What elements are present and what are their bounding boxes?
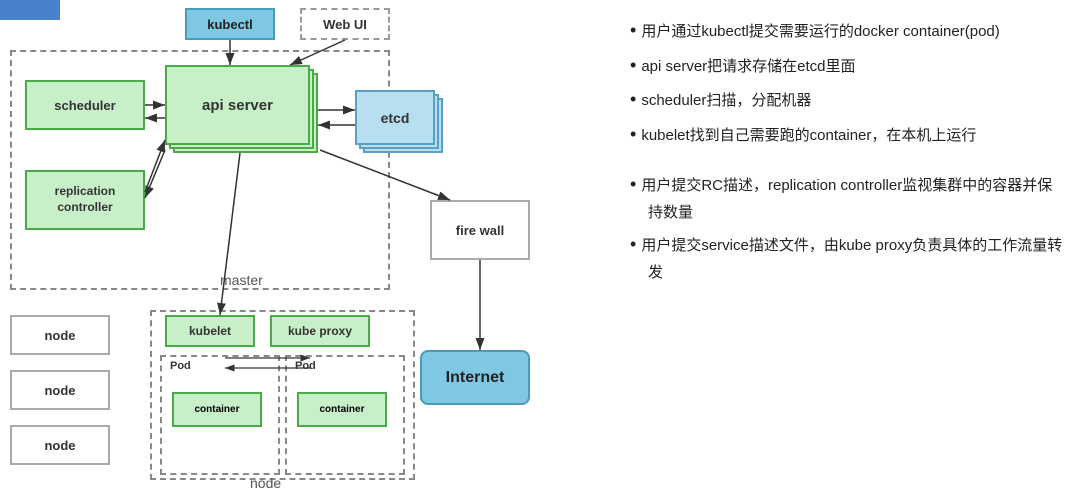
container1-label: container — [194, 404, 239, 415]
replication-label: replication controller — [55, 184, 116, 215]
text-item-1: 用户通过kubectl提交需要运行的docker container(pod) — [630, 15, 1063, 46]
webui-box: Web UI — [300, 8, 390, 40]
kubelet-box: kubelet — [165, 315, 255, 347]
webui-label: Web UI — [323, 17, 367, 32]
kubelet-label: kubelet — [189, 324, 231, 338]
kubeproxy-label: kube proxy — [288, 324, 352, 338]
replication-box: replication controller — [25, 170, 145, 230]
etcd-label: etcd — [381, 110, 410, 126]
text-item-4-content: kubelet找到自己需要跑的container，在本机上运行 — [641, 127, 976, 144]
node2-label: node — [44, 383, 75, 398]
node2-box: node — [10, 370, 110, 410]
node1-box: node — [10, 315, 110, 355]
text-item-3-content: scheduler扫描，分配机器 — [641, 92, 811, 109]
text-item-5-content: 用户提交RC描述，replication controller监视集群中的容器并… — [641, 177, 1052, 221]
container2-label: container — [319, 404, 364, 415]
description-list-2: 用户提交RC描述，replication controller监视集群中的容器并… — [630, 169, 1063, 285]
master-label: master — [220, 272, 263, 288]
text-item-1-content: 用户通过kubectl提交需要运行的docker container(pod) — [641, 23, 999, 40]
text-item-4: kubelet找到自己需要跑的container，在本机上运行 — [630, 119, 1063, 150]
node-bottom-label: node — [250, 475, 281, 491]
text-item-5: 用户提交RC描述，replication controller监视集群中的容器并… — [630, 169, 1063, 225]
scheduler-box: scheduler — [25, 80, 145, 130]
main-container: kubectl Web UI master scheduler replicat… — [0, 0, 1083, 500]
diagram-area: kubectl Web UI master scheduler replicat… — [0, 0, 610, 500]
spacer — [630, 153, 1063, 169]
text-area: 用户通过kubectl提交需要运行的docker container(pod) … — [610, 0, 1083, 500]
pod-region1: Pod container — [160, 355, 280, 475]
node3-box: node — [10, 425, 110, 465]
node1-label: node — [44, 328, 75, 343]
kubeproxy-box: kube proxy — [270, 315, 370, 347]
text-item-3: scheduler扫描，分配机器 — [630, 84, 1063, 115]
text-item-2: api server把请求存储在etcd里面 — [630, 50, 1063, 81]
pod-region2: Pod container — [285, 355, 405, 475]
scheduler-label: scheduler — [54, 98, 115, 113]
text-item-2-content: api server把请求存储在etcd里面 — [641, 58, 855, 75]
firewall-box: fire wall — [430, 200, 530, 260]
kubectl-label: kubectl — [207, 17, 253, 32]
top-accent — [0, 0, 60, 20]
pod1-label: Pod — [170, 360, 191, 372]
internet-label: Internet — [446, 369, 505, 387]
firewall-label: fire wall — [456, 223, 504, 238]
node3-label: node — [44, 438, 75, 453]
internet-box: Internet — [420, 350, 530, 405]
pod2-label: Pod — [295, 360, 316, 372]
api-server-label: api server — [202, 97, 273, 114]
text-item-6: 用户提交service描述文件，由kube proxy负责具体的工作流量转发 — [630, 229, 1063, 285]
description-list: 用户通过kubectl提交需要运行的docker container(pod) … — [630, 15, 1063, 149]
text-item-6-content: 用户提交service描述文件，由kube proxy负责具体的工作流量转发 — [641, 237, 1062, 281]
kubectl-box: kubectl — [185, 8, 275, 40]
